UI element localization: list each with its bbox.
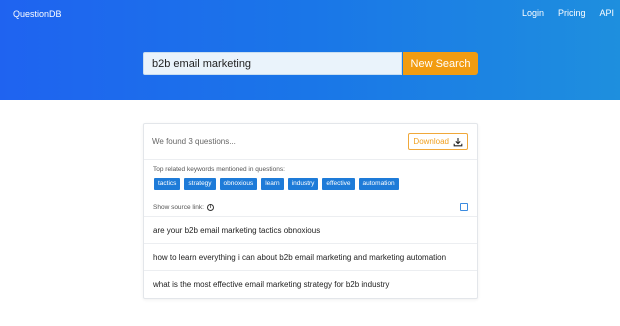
keywords-title: Top related keywords mentioned in questi…	[153, 166, 285, 173]
info-icon[interactable]: i	[206, 204, 214, 211]
search-input[interactable]	[143, 52, 402, 75]
hero-header: QuestionDB Login Pricing API New Search	[0, 0, 620, 100]
keyword-tag[interactable]: obnoxious	[219, 178, 258, 190]
keyword-tag[interactable]: learn	[261, 178, 284, 190]
source-link-checkbox[interactable]	[460, 203, 468, 211]
keywords-section: Top related keywords mentioned in questi…	[144, 160, 477, 197]
source-link-row: Show source link: i	[144, 197, 477, 217]
download-label: Download	[413, 137, 449, 146]
source-link-label-wrap: Show source link: i	[153, 204, 214, 211]
download-button[interactable]: Download	[408, 133, 468, 150]
download-icon	[453, 137, 463, 146]
keyword-tags: tactics strategy obnoxious learn industr…	[154, 178, 399, 190]
keyword-tag[interactable]: automation	[358, 178, 399, 190]
question-item[interactable]: are your b2b email marketing tactics obn…	[144, 217, 477, 244]
search-bar: New Search	[143, 52, 478, 75]
question-item[interactable]: how to learn everything i can about b2b …	[144, 244, 477, 271]
nav-api[interactable]: API	[599, 8, 614, 18]
keyword-tag[interactable]: effective	[322, 178, 355, 190]
new-search-button[interactable]: New Search	[403, 52, 478, 75]
results-card: We found 3 questions... Download Top rel…	[143, 123, 478, 299]
keyword-tag[interactable]: industry	[287, 178, 319, 190]
nav-pricing[interactable]: Pricing	[558, 8, 586, 18]
question-list: are your b2b email marketing tactics obn…	[144, 217, 477, 298]
nav-login[interactable]: Login	[522, 8, 544, 18]
results-summary: We found 3 questions...	[152, 137, 236, 146]
keyword-tag[interactable]: tactics	[154, 178, 181, 190]
top-nav: Login Pricing API	[508, 8, 614, 18]
source-link-label: Show source link:	[153, 204, 204, 211]
question-item[interactable]: what is the most effective email marketi…	[144, 271, 477, 298]
keyword-tag[interactable]: strategy	[184, 178, 216, 190]
results-header: We found 3 questions... Download	[144, 124, 477, 160]
brand-logo[interactable]: QuestionDB	[13, 9, 62, 19]
